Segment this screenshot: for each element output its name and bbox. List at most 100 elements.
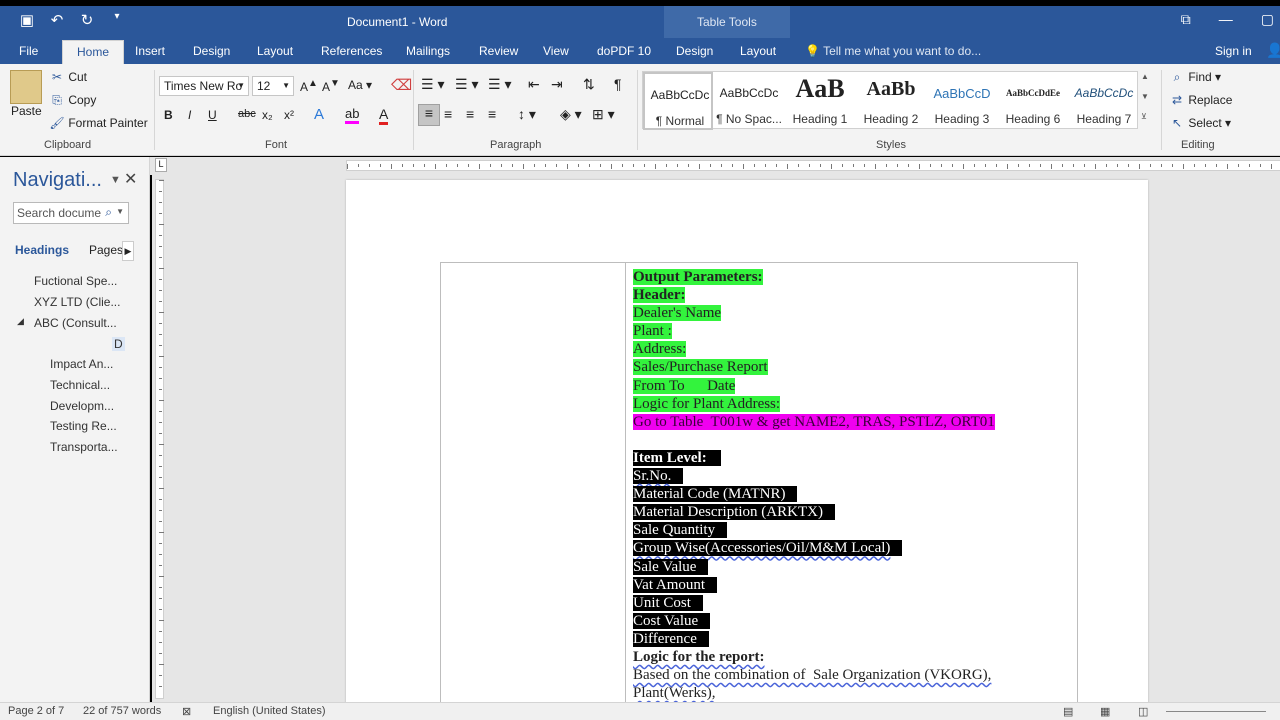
italic-button[interactable]: I	[188, 108, 191, 122]
collapse-triangle-icon[interactable]: ◢	[17, 316, 24, 327]
tab-insert[interactable]: Insert	[135, 44, 165, 58]
copy-button[interactable]: ⎘ Copy	[49, 93, 96, 108]
document-page[interactable]: Output Parameters: Header: Dealer's Name…	[346, 180, 1148, 720]
font-name-select[interactable]: Times New Ro ▼	[159, 76, 249, 96]
style-heading-1[interactable]: AaB Heading 1	[785, 72, 855, 130]
strikethrough-button[interactable]: abc	[238, 108, 256, 120]
table-cell-content[interactable]: Output Parameters: Header: Dealer's Name…	[633, 268, 995, 702]
bullets-icon[interactable]: ☰ ▾	[421, 76, 444, 93]
zoom-slider[interactable]	[1166, 711, 1266, 712]
web-layout-icon[interactable]: ◫	[1138, 705, 1148, 718]
clear-formatting-icon[interactable]: ⌫	[391, 76, 412, 94]
align-center-icon[interactable]: ≡	[444, 106, 452, 122]
print-layout-icon[interactable]: ▦	[1100, 705, 1110, 718]
style-heading-3[interactable]: AaBbCcD Heading 3	[927, 72, 997, 130]
justify-icon[interactable]: ≡	[488, 106, 496, 122]
ruler-tick	[159, 389, 162, 390]
word-count[interactable]: 22 of 757 words	[83, 705, 161, 717]
styles-scroll-up-icon[interactable]: ▲	[1141, 72, 1149, 81]
numbering-icon[interactable]: ☰ ▾	[455, 76, 478, 93]
close-icon[interactable]: ✕	[124, 169, 137, 189]
tab-references[interactable]: References	[321, 44, 382, 58]
grow-font-button[interactable]: A▲	[300, 78, 318, 94]
chevron-right-icon[interactable]: ▶	[122, 241, 134, 261]
find-button[interactable]: ⌕ Find ▾	[1169, 70, 1221, 85]
decrease-indent-icon[interactable]: ⇤	[528, 76, 540, 93]
tab-layout[interactable]: Layout	[257, 44, 293, 58]
style-heading-7[interactable]: AaBbCcDc Heading 7	[1069, 72, 1139, 130]
redo-icon[interactable]: ↻	[78, 11, 96, 29]
underline-button[interactable]: U	[208, 108, 217, 122]
nav-heading-item[interactable]: XYZ LTD (Clie...	[34, 295, 120, 309]
nav-heading-item[interactable]: Fuctional Spe...	[34, 274, 117, 288]
language-indicator[interactable]: English (United States)	[213, 705, 326, 717]
multilevel-list-icon[interactable]: ☰ ▾	[488, 76, 511, 93]
tab-view[interactable]: View	[543, 44, 569, 58]
tab-pages[interactable]: Pages	[89, 243, 123, 257]
horizontal-ruler[interactable]: L	[150, 157, 1280, 175]
style-heading-2[interactable]: AaBb Heading 2	[856, 72, 926, 130]
nav-heading-item[interactable]: Transporta...	[50, 440, 118, 454]
chevron-down-icon[interactable]: ▼	[116, 207, 124, 216]
minimize-icon[interactable]: —	[1219, 11, 1233, 28]
paste-button[interactable]: Paste	[11, 104, 42, 118]
customize-icon[interactable]: ▾	[108, 11, 126, 29]
font-size-select[interactable]: 12 ▼	[252, 76, 294, 96]
style-no-spacing[interactable]: AaBbCcDc ¶ No Spac...	[714, 72, 784, 130]
nav-search-input[interactable]: Search docume ⌕ ▼	[13, 202, 129, 224]
nav-heading-item[interactable]: Testing Re...	[50, 419, 117, 433]
tell-me-box[interactable]: 💡 Tell me what you want to do...	[805, 44, 981, 58]
select-button[interactable]: ↖ Select ▾	[1169, 116, 1231, 130]
change-case-button[interactable]: Aa ▾	[348, 78, 372, 92]
cut-button[interactable]: ✂ Cut	[49, 70, 87, 84]
subscript-button[interactable]: x₂	[262, 108, 273, 122]
style-heading-6[interactable]: AaBbCcDdEe Heading 6	[998, 72, 1068, 130]
account-icon[interactable]: 👤	[1266, 42, 1280, 59]
nav-heading-item[interactable]: Developm...	[50, 399, 114, 413]
tab-dopdf[interactable]: doPDF 10	[597, 44, 651, 58]
align-right-icon[interactable]: ≡	[466, 106, 474, 122]
tab-review[interactable]: Review	[479, 44, 518, 58]
increase-indent-icon[interactable]: ⇥	[551, 76, 563, 93]
undo-icon[interactable]: ↶	[48, 11, 66, 29]
align-left-icon[interactable]: ≡	[418, 104, 440, 126]
line-spacing-icon[interactable]: ↕ ▾	[518, 106, 536, 123]
highlight-color-icon[interactable]: ab	[345, 106, 360, 124]
search-icon[interactable]: ⌕	[105, 205, 112, 220]
proofing-icon[interactable]: ⊠	[182, 705, 191, 718]
tab-selector-icon[interactable]: L	[155, 158, 167, 172]
text-effects-icon[interactable]: A	[314, 106, 324, 123]
show-marks-icon[interactable]: ¶	[614, 76, 622, 92]
maximize-icon[interactable]: ▢	[1261, 11, 1274, 28]
pane-options-icon[interactable]: ▼	[110, 174, 121, 186]
shrink-font-button[interactable]: A▼	[322, 78, 340, 94]
nav-heading-item-selected[interactable]: D	[112, 337, 125, 351]
sort-icon[interactable]: ⇅	[583, 76, 595, 93]
borders-icon[interactable]: ⊞ ▾	[592, 106, 615, 123]
styles-scroll-down-icon[interactable]: ▼	[1141, 92, 1149, 101]
format-painter-button[interactable]: 🖌 Format Painter	[49, 116, 147, 130]
tab-file[interactable]: File	[19, 44, 38, 58]
shading-icon[interactable]: ◈ ▾	[560, 106, 582, 123]
page-count[interactable]: Page 2 of 7	[8, 705, 64, 717]
tab-headings[interactable]: Headings	[15, 243, 69, 257]
vertical-ruler[interactable]	[152, 175, 168, 702]
nav-heading-item[interactable]: Impact An...	[50, 357, 113, 371]
nav-heading-item[interactable]: Technical...	[50, 378, 110, 392]
save-icon[interactable]: ▣	[18, 11, 36, 29]
sign-in-link[interactable]: Sign in	[1215, 44, 1252, 58]
tab-table-design[interactable]: Design	[676, 44, 713, 58]
bold-button[interactable]: B	[164, 108, 173, 122]
read-mode-icon[interactable]: ▤	[1063, 705, 1073, 718]
tab-design[interactable]: Design	[193, 44, 230, 58]
nav-heading-item[interactable]: ABC (Consult...	[34, 316, 117, 330]
tab-home[interactable]: Home	[62, 40, 125, 64]
style-normal[interactable]: AaBbCcDc ¶ Normal	[643, 72, 713, 130]
tab-mailings[interactable]: Mailings	[406, 44, 450, 58]
tab-table-layout[interactable]: Layout	[740, 44, 776, 58]
styles-more-icon[interactable]: ⊻	[1141, 112, 1147, 121]
replace-button[interactable]: ⇄ Replace	[1169, 93, 1232, 107]
font-color-icon[interactable]: A	[379, 106, 389, 125]
ribbon-display-icon[interactable]: ⧉	[1181, 11, 1191, 28]
superscript-button[interactable]: x²	[284, 108, 294, 122]
